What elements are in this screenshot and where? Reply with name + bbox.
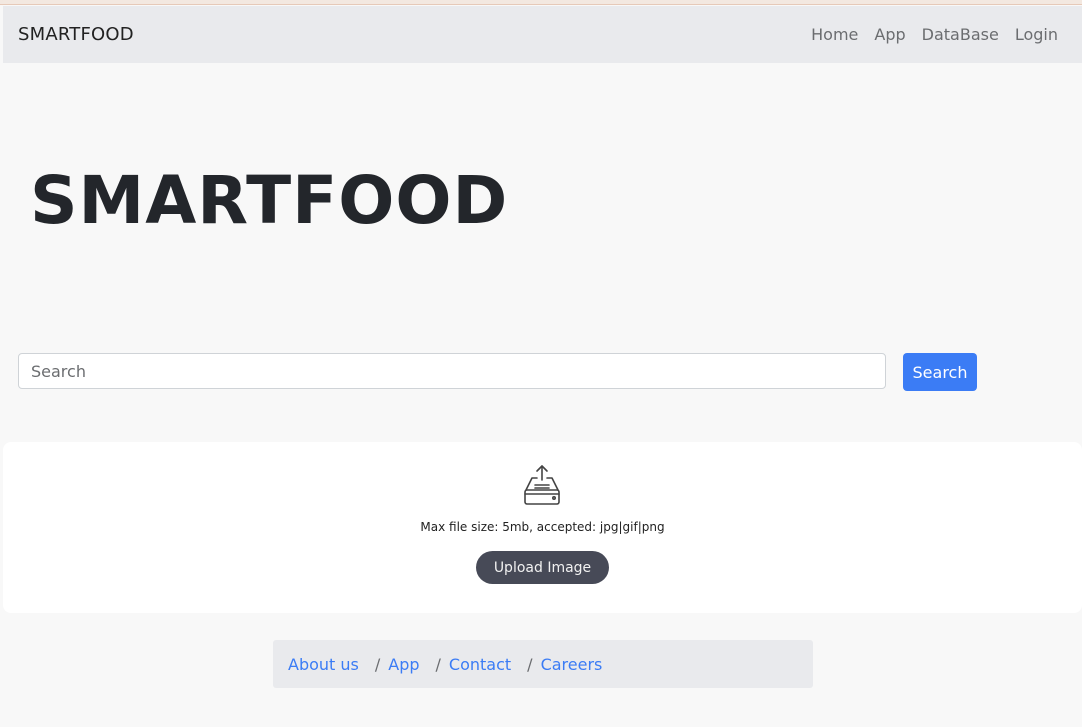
- search-input[interactable]: [18, 353, 886, 389]
- nav-link-app[interactable]: App: [874, 25, 905, 44]
- search-button[interactable]: Search: [903, 353, 977, 391]
- footer-separator: /: [527, 655, 533, 674]
- navbar-links: Home App DataBase Login: [811, 25, 1058, 44]
- footer-link-about[interactable]: About us: [288, 655, 359, 674]
- window-top-border: [0, 0, 1082, 5]
- nav-link-database[interactable]: DataBase: [922, 25, 999, 44]
- upload-image-button[interactable]: Upload Image: [476, 551, 609, 584]
- navbar: SMARTFOOD Home App DataBase Login: [3, 6, 1082, 63]
- hero-title: SMARTFOOD: [30, 162, 509, 239]
- footer-links: About us / App / Contact / Careers: [288, 655, 602, 674]
- footer-separator: /: [435, 655, 441, 674]
- upload-hint: Max file size: 5mb, accepted: jpg|gif|pn…: [420, 520, 665, 534]
- nav-link-home[interactable]: Home: [811, 25, 858, 44]
- footer-link-app[interactable]: App: [388, 655, 419, 674]
- footer-link-careers[interactable]: Careers: [541, 655, 603, 674]
- upload-tray-icon: [524, 465, 560, 505]
- navbar-brand[interactable]: SMARTFOOD: [18, 24, 134, 45]
- footer-link-contact[interactable]: Contact: [449, 655, 511, 674]
- nav-link-login[interactable]: Login: [1015, 25, 1058, 44]
- footer-separator: /: [374, 655, 381, 674]
